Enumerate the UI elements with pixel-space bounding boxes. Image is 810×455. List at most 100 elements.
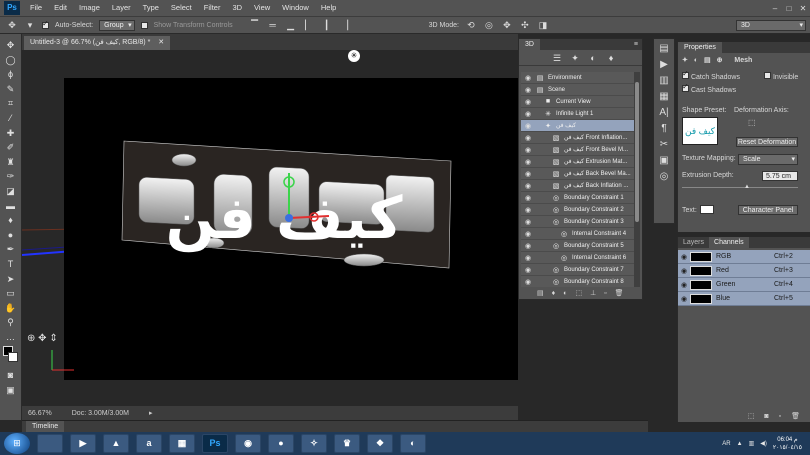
visibility-eye-icon[interactable]: ◉ — [521, 278, 535, 286]
3d-slide-icon[interactable]: ✣ — [519, 19, 531, 31]
document-size[interactable]: Doc: 3.00M/3.00M — [72, 410, 129, 417]
vlc-app[interactable]: ▲ — [103, 434, 129, 453]
marquee-tool-icon[interactable]: ◯ — [2, 53, 20, 68]
extrusion-slider-track[interactable] — [682, 187, 798, 188]
photoshop-app[interactable]: Ps — [202, 434, 228, 453]
tray-arrow-icon[interactable]: ▲ — [737, 441, 743, 447]
align-center-icon[interactable]: ┃ — [321, 19, 333, 31]
material-tab-icon[interactable]: ▤ — [704, 57, 711, 64]
close-button[interactable]: ✕ — [796, 4, 810, 13]
pan-camera-icon[interactable]: ✥ — [38, 333, 46, 344]
workspace-dropdown[interactable]: 3D — [736, 19, 806, 31]
start-button[interactable]: ⊞ — [4, 433, 30, 454]
menu-select[interactable]: Select — [165, 0, 198, 16]
visibility-eye-icon[interactable]: ◉ — [678, 267, 690, 275]
3d-scale-icon[interactable]: ◨ — [537, 19, 549, 31]
text-color-swatch[interactable] — [700, 205, 714, 214]
visibility-eye-icon[interactable]: ◉ — [521, 158, 535, 166]
align-top-icon[interactable]: ▔ — [249, 19, 261, 31]
menu-image[interactable]: Image — [73, 0, 106, 16]
move-tool-icon[interactable]: ✥ — [2, 38, 20, 53]
align-right-icon[interactable]: ▕ — [339, 19, 351, 31]
whole-scene-filter-icon[interactable]: ☰ — [551, 52, 563, 64]
lasso-tool-icon[interactable]: ϕ — [2, 67, 20, 82]
stamp-tool-icon[interactable]: ♜ — [2, 155, 20, 170]
lights-filter-icon[interactable]: ♦ — [605, 52, 617, 64]
scene-item[interactable]: ◉ ▧ كيف فن Back Bevel Ma... — [521, 168, 634, 180]
scene-item[interactable]: ◉ ▤ Environment — [521, 72, 634, 84]
scene-item[interactable]: ◉ ◎ Boundary Constraint 3 — [521, 216, 634, 228]
scene-scrollbar[interactable] — [634, 72, 640, 287]
tools-panel-icon[interactable]: ✂ — [658, 139, 670, 153]
clone-panel-icon[interactable]: ◎ — [658, 171, 670, 185]
menu-file[interactable]: File — [24, 0, 48, 16]
scene-item[interactable]: ◉ ▧ كيف فن Front Inflation... — [521, 132, 634, 144]
extra-tools-icon[interactable]: … — [2, 330, 20, 345]
visibility-eye-icon[interactable]: ◉ — [521, 98, 535, 106]
screen-mode-icon[interactable]: ▣ — [2, 383, 20, 398]
menu-layer[interactable]: Layer — [106, 0, 137, 16]
media-player-app[interactable]: ▶ — [70, 434, 96, 453]
history-brush-tool-icon[interactable]: ✑ — [2, 169, 20, 184]
chrome-app[interactable]: ◉ — [235, 434, 261, 453]
type-tool-icon[interactable]: T — [2, 257, 20, 272]
auto-select-dropdown[interactable]: Group — [99, 19, 135, 31]
meshes-filter-icon[interactable]: ✦ — [569, 52, 581, 64]
new-icon[interactable]: ▫ — [604, 290, 606, 297]
deformation-axis-cube-icon[interactable]: ⬚ — [748, 118, 756, 127]
healing-tool-icon[interactable]: ✚ — [2, 126, 20, 141]
channel-row[interactable]: ◉ Red Ctrl+3 — [678, 264, 810, 278]
quick-mask-icon[interactable]: ◙ — [2, 368, 20, 383]
path-select-tool-icon[interactable]: ➤ — [2, 272, 20, 287]
visibility-eye-icon[interactable]: ◉ — [521, 74, 535, 82]
mesh-tab-icon[interactable]: ✦ — [682, 57, 688, 64]
dolly-icon[interactable]: ⇕ — [49, 333, 57, 344]
shape-tool-icon[interactable]: ▭ — [2, 286, 20, 301]
character-panel-icon[interactable]: A| — [658, 107, 670, 121]
menu-help[interactable]: Help — [315, 0, 342, 16]
camtasia-app[interactable]: a — [136, 434, 162, 453]
scene-item[interactable]: ◉ ◎ Boundary Constraint 5 — [521, 240, 634, 252]
scene-item[interactable]: ◉ ▤ Scene — [521, 84, 634, 96]
extra-app[interactable]: ◐ — [400, 434, 426, 453]
visibility-eye-icon[interactable]: ◉ — [521, 254, 535, 262]
visibility-eye-icon[interactable]: ◉ — [521, 206, 535, 214]
properties-tab[interactable]: Properties — [678, 42, 722, 53]
scene-item[interactable]: ◉ ◎ Boundary Constraint 2 — [521, 204, 634, 216]
transform-controls-checkbox[interactable] — [140, 21, 148, 29]
network-icon[interactable]: ▥ — [749, 440, 755, 447]
menu-filter[interactable]: Filter — [198, 0, 227, 16]
delete-icon[interactable]: 🗑 — [615, 289, 624, 297]
ground-icon[interactable]: ⊥ — [590, 289, 596, 297]
move-tool-icon[interactable]: ✥ — [6, 19, 18, 31]
visibility-eye-icon[interactable]: ◉ — [521, 242, 535, 250]
3d-pan-icon[interactable]: ✥ — [501, 19, 513, 31]
coords-tab-icon[interactable]: ⊕ — [717, 57, 723, 64]
pen-tool-icon[interactable]: ✒ — [2, 242, 20, 257]
material-drop-icon[interactable]: ◐ — [563, 290, 567, 297]
visibility-eye-icon[interactable]: ◉ — [521, 122, 535, 130]
3d-roll-icon[interactable]: ◎ — [483, 19, 495, 31]
reset-deformation-button[interactable]: Reset Deformation — [736, 137, 798, 147]
volume-icon[interactable]: ◀) — [760, 440, 767, 447]
auto-select-checkbox[interactable] — [42, 19, 49, 29]
scene-item[interactable]: ◉ ◎ Internal Constraint 4 — [521, 228, 634, 240]
load-selection-icon[interactable]: ⬚ — [748, 412, 755, 420]
light-icon[interactable]: ✳ — [348, 50, 360, 62]
dodge-tool-icon[interactable]: ● — [2, 228, 20, 243]
menu-type[interactable]: Type — [137, 0, 165, 16]
visibility-eye-icon[interactable]: ◉ — [521, 170, 535, 178]
align-bottom-icon[interactable]: ▁ — [285, 19, 297, 31]
zoom-level[interactable]: 66.67% — [28, 410, 52, 417]
render-icon[interactable]: ▤ — [537, 289, 544, 297]
purple-app[interactable]: ❖ — [367, 434, 393, 453]
maximize-button[interactable]: □ — [782, 4, 796, 13]
winrar-app[interactable]: ♛ — [334, 434, 360, 453]
visibility-eye-icon[interactable]: ◉ — [678, 281, 690, 289]
language-indicator[interactable]: AR — [722, 441, 730, 447]
quick-select-tool-icon[interactable]: ✎ — [2, 82, 20, 97]
gradient-tool-icon[interactable]: ▬ — [2, 199, 20, 214]
scene-item[interactable]: ◉ ■ Current View — [521, 96, 634, 108]
visibility-eye-icon[interactable]: ◉ — [521, 134, 535, 142]
scene-tab-icon[interactable]: ◐ — [694, 57, 698, 64]
